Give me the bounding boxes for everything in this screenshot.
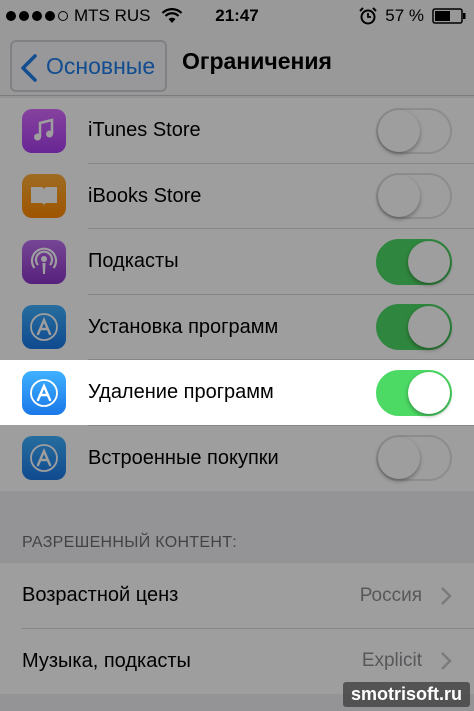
toggle-in-app-purchases[interactable] xyxy=(376,435,452,482)
row-delete-apps: Удаление программ xyxy=(0,360,474,426)
toggle-podcasts[interactable] xyxy=(376,238,452,285)
row-label: iTunes Store xyxy=(88,119,201,142)
toggle-knob xyxy=(408,240,450,283)
toggle-knob xyxy=(378,175,420,218)
section-header-allowed-content: РАЗРЕШЕННЫЙ КОНТЕНТ: xyxy=(22,534,238,551)
row-label: Установка программ xyxy=(88,315,279,338)
alarm-clock-icon xyxy=(359,7,377,25)
page-title: Ограничения xyxy=(182,48,332,74)
app-store-icon xyxy=(22,305,66,350)
watermark: smotrisoft.ru xyxy=(342,682,470,707)
battery-icon xyxy=(432,8,466,24)
row-label: Музыка, подкасты xyxy=(22,649,191,672)
apps-group: iTunes Store iBooks Store Подкасты Устан… xyxy=(0,98,474,491)
navigation-bar: Основные Ограничения xyxy=(0,34,474,96)
toggle-ibooks-store[interactable] xyxy=(376,173,452,220)
row-ibooks-store: iBooks Store xyxy=(0,164,474,229)
row-itunes-store: iTunes Store xyxy=(0,98,474,164)
toggle-install-apps[interactable] xyxy=(376,304,452,351)
status-right: 57 % xyxy=(359,6,466,26)
podcast-icon xyxy=(22,239,66,284)
row-label: Встроенные покупки xyxy=(88,446,279,469)
row-install-apps: Установка программ xyxy=(0,295,474,360)
status-bar: MTS RUS 21:47 57 % xyxy=(0,0,474,34)
chevron-right-icon xyxy=(441,586,452,605)
row-label: Подкасты xyxy=(88,250,179,273)
row-podcasts: Подкасты xyxy=(0,229,474,295)
toggle-knob xyxy=(408,371,450,414)
row-value: Россия xyxy=(359,584,422,606)
row-label: iBooks Store xyxy=(88,184,202,207)
row-label: Удаление программ xyxy=(88,381,274,404)
back-button-label: Основные xyxy=(46,52,156,79)
row-in-app-purchases: Встроенные покупки xyxy=(0,426,474,492)
app-store-icon xyxy=(22,370,66,415)
app-store-icon xyxy=(22,436,66,481)
row-age-rating[interactable]: Возрастной ценз Россия xyxy=(0,563,474,629)
music-note-icon xyxy=(22,108,66,153)
book-icon xyxy=(22,174,66,219)
battery-percent: 57 % xyxy=(385,6,424,25)
toggle-knob xyxy=(408,306,450,349)
toggle-delete-apps[interactable] xyxy=(376,369,452,416)
row-label: Возрастной ценз xyxy=(22,584,179,607)
toggle-knob xyxy=(378,109,420,152)
toggle-itunes-store[interactable] xyxy=(376,107,452,154)
chevron-right-icon xyxy=(441,652,452,671)
content-group: Возрастной ценз Россия Музыка, подкасты … xyxy=(0,563,474,694)
chevron-left-icon xyxy=(21,54,37,82)
toggle-knob xyxy=(378,437,420,480)
row-value: Explicit xyxy=(361,650,422,672)
back-button[interactable]: Основные xyxy=(10,40,168,92)
